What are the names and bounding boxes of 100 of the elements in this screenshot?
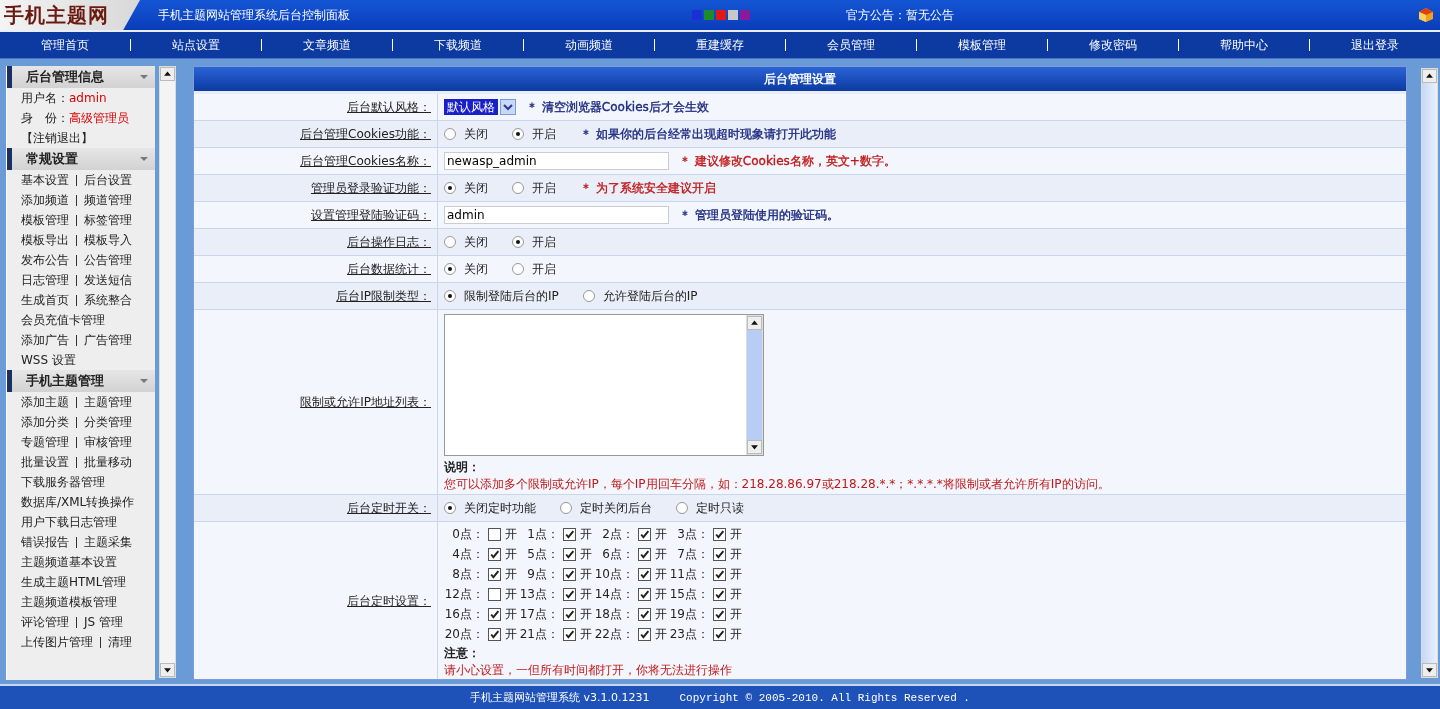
scrollbar[interactable]: [1421, 68, 1438, 678]
theme-swatch[interactable]: [704, 10, 714, 20]
checkbox[interactable]: [713, 587, 726, 601]
nav-link[interactable]: 动画频道: [523, 39, 654, 51]
checkbox[interactable]: [638, 547, 651, 561]
nav-link[interactable]: 修改密码: [1047, 39, 1178, 51]
sidebar-link[interactable]: 数据库/XML转换操作: [21, 493, 135, 511]
radio-button[interactable]: [444, 263, 456, 275]
theme-swatch[interactable]: [728, 10, 738, 20]
scroll-down-icon[interactable]: [160, 663, 175, 677]
sidebar-link[interactable]: 添加广告: [21, 331, 69, 349]
nav-link[interactable]: 会员管理: [785, 39, 916, 51]
sidebar-link[interactable]: 清理: [108, 633, 132, 651]
sidebar-link[interactable]: 广告管理: [84, 331, 132, 349]
nav-link[interactable]: 管理首页: [0, 39, 130, 51]
checkbox[interactable]: [713, 547, 726, 561]
sidebar-link[interactable]: 专题管理: [21, 433, 69, 451]
sidebar-link[interactable]: 分类管理: [84, 413, 132, 431]
sidebar-link[interactable]: 上传图片管理: [21, 633, 93, 651]
sidebar-link[interactable]: 主题频道基本设置: [21, 553, 117, 571]
radio-button[interactable]: [444, 236, 456, 248]
sidebar-link[interactable]: 添加主题: [21, 393, 69, 411]
radio-button[interactable]: [676, 502, 688, 514]
sidebar-link[interactable]: 批量移动: [84, 453, 132, 471]
sidebar-link[interactable]: 基本设置: [21, 171, 69, 189]
sidebar-section-header[interactable]: 常规设置: [7, 148, 155, 170]
checkbox[interactable]: [488, 547, 501, 561]
checkbox[interactable]: [563, 607, 576, 621]
sidebar-link[interactable]: 审核管理: [84, 433, 132, 451]
checkbox[interactable]: [638, 607, 651, 621]
logout-link[interactable]: 【注销退出】: [21, 129, 93, 147]
checkbox[interactable]: [488, 567, 501, 581]
text-field[interactable]: newasp_admin: [444, 152, 669, 170]
sidebar-link[interactable]: 频道管理: [84, 191, 132, 209]
nav-link[interactable]: 重建缓存: [654, 39, 785, 51]
sidebar-section-header[interactable]: 手机主题管理: [7, 370, 155, 392]
radio-button[interactable]: [444, 128, 456, 140]
checkbox[interactable]: [713, 627, 726, 641]
sidebar-link[interactable]: 会员充值卡管理: [21, 311, 105, 329]
sidebar-link[interactable]: 生成首页: [21, 291, 69, 309]
scroll-up-icon[interactable]: [1422, 69, 1437, 83]
checkbox[interactable]: [488, 607, 501, 621]
sidebar-link[interactable]: 公告管理: [84, 251, 132, 269]
sidebar-link[interactable]: 日志管理: [21, 271, 69, 289]
nav-link[interactable]: 模板管理: [916, 39, 1047, 51]
radio-button[interactable]: [512, 263, 524, 275]
radio-button[interactable]: [444, 290, 456, 302]
nav-link[interactable]: 下载频道: [392, 39, 523, 51]
sidebar-link[interactable]: 标签管理: [84, 211, 132, 229]
sidebar-link[interactable]: 主题管理: [84, 393, 132, 411]
sidebar-link[interactable]: 模板导出: [21, 231, 69, 249]
sidebar-link[interactable]: 添加分类: [21, 413, 69, 431]
checkbox[interactable]: [563, 527, 576, 541]
scrollbar[interactable]: [159, 66, 176, 678]
theme-swatch[interactable]: [692, 10, 702, 20]
radio-button[interactable]: [512, 236, 524, 248]
sidebar-link[interactable]: WSS 设置: [21, 351, 76, 369]
scroll-up-icon[interactable]: [160, 67, 175, 81]
sidebar-link[interactable]: 添加频道: [21, 191, 69, 209]
checkbox[interactable]: [488, 527, 501, 541]
scroll-down-icon[interactable]: [1422, 663, 1437, 677]
sidebar-link[interactable]: 评论管理: [21, 613, 69, 631]
checkbox[interactable]: [563, 627, 576, 641]
checkbox[interactable]: [638, 567, 651, 581]
nav-link[interactable]: 站点设置: [130, 39, 261, 51]
nav-link[interactable]: 退出登录: [1309, 39, 1440, 51]
checkbox[interactable]: [563, 587, 576, 601]
sidebar-link[interactable]: 主题频道模板管理: [21, 593, 117, 611]
theme-swatch[interactable]: [716, 10, 726, 20]
checkbox[interactable]: [713, 567, 726, 581]
sidebar-link[interactable]: 下载服务器管理: [21, 473, 105, 491]
text-field[interactable]: admin: [444, 206, 669, 224]
sidebar-link[interactable]: 主题采集: [84, 533, 132, 551]
nav-link[interactable]: 文章频道: [261, 39, 392, 51]
checkbox[interactable]: [638, 587, 651, 601]
sidebar-link[interactable]: 系统整合: [84, 291, 132, 309]
sidebar-section-header[interactable]: 后台管理信息: [7, 66, 155, 88]
sidebar-link[interactable]: 用户下载日志管理: [21, 513, 117, 531]
cube-icon[interactable]: [1418, 7, 1434, 23]
checkbox[interactable]: [488, 627, 501, 641]
checkbox[interactable]: [713, 527, 726, 541]
radio-button[interactable]: [512, 182, 524, 194]
nav-link[interactable]: 帮助中心: [1178, 39, 1309, 51]
sidebar-link[interactable]: 模板导入: [84, 231, 132, 249]
sidebar-link[interactable]: 后台设置: [84, 171, 132, 189]
radio-button[interactable]: [444, 502, 456, 514]
checkbox[interactable]: [638, 527, 651, 541]
sidebar-link[interactable]: 模板管理: [21, 211, 69, 229]
checkbox[interactable]: [563, 547, 576, 561]
sidebar-link[interactable]: 发布公告: [21, 251, 69, 269]
sidebar-link[interactable]: JS 管理: [84, 613, 123, 631]
radio-button[interactable]: [560, 502, 572, 514]
checkbox[interactable]: [563, 567, 576, 581]
sidebar-link[interactable]: 批量设置: [21, 453, 69, 471]
checkbox[interactable]: [488, 587, 501, 601]
checkbox[interactable]: [713, 607, 726, 621]
radio-button[interactable]: [444, 182, 456, 194]
radio-button[interactable]: [512, 128, 524, 140]
sidebar-link[interactable]: 发送短信: [84, 271, 132, 289]
checkbox[interactable]: [638, 627, 651, 641]
